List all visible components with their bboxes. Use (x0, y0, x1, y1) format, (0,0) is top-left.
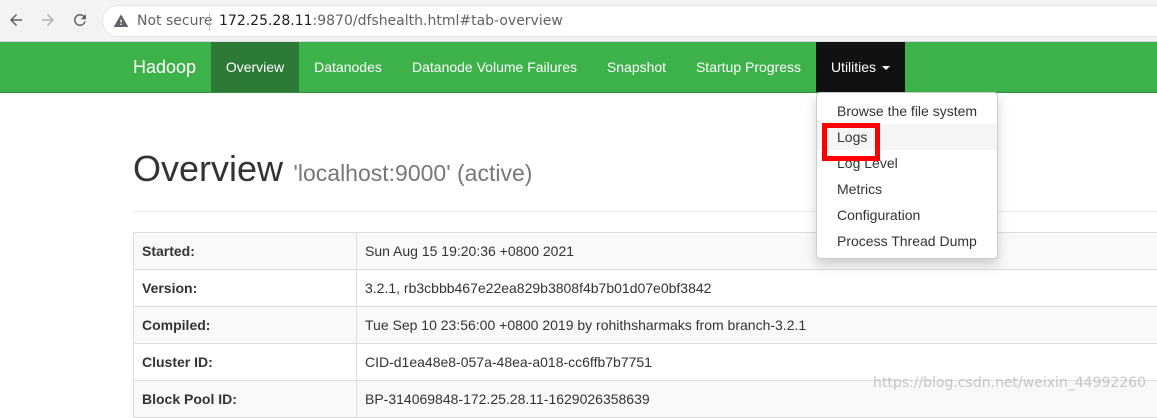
row-value: 3.2.1, rb3cbbb467e22ea829b3808f4b7b01d07… (357, 270, 1157, 307)
nav-tab-datanode-volume-failures[interactable]: Datanode Volume Failures (397, 42, 592, 92)
back-button[interactable] (5, 9, 27, 31)
reload-button[interactable] (69, 9, 91, 31)
utilities-label: Utilities (831, 59, 876, 75)
row-value: Sun Aug 15 19:20:36 +0800 2021 (357, 233, 1157, 270)
menu-item-browse-file-system[interactable]: Browse the file system (817, 98, 997, 124)
caret-down-icon (882, 66, 890, 70)
nav-tab-startup-progress[interactable]: Startup Progress (681, 42, 816, 92)
page-header: Overview 'localhost:9000' (active) (133, 148, 1157, 212)
menu-item-metrics[interactable]: Metrics (817, 176, 997, 202)
utilities-dropdown-menu: Browse the file system Logs Log Level Me… (816, 92, 998, 259)
row-key: Cluster ID: (134, 344, 357, 381)
row-key: Compiled: (134, 307, 357, 344)
page-subtitle: 'localhost:9000' (active) (293, 160, 532, 186)
table-row: Version: 3.2.1, rb3cbbb467e22ea829b3808f… (134, 270, 1157, 307)
row-key: Started: (134, 233, 357, 270)
annotation-highlight-box (822, 123, 880, 161)
row-key: Version: (134, 270, 357, 307)
address-bar[interactable]: Not secure 172.25.28.11:9870/dfshealth.h… (102, 5, 1157, 37)
nav-tab-overview[interactable]: Overview (211, 42, 299, 92)
security-label: Not secure (137, 13, 213, 29)
menu-item-configuration[interactable]: Configuration (817, 202, 997, 228)
table-row: Started: Sun Aug 15 19:20:36 +0800 2021 (134, 233, 1157, 270)
page-title: Overview (133, 148, 283, 189)
table-row: Compiled: Tue Sep 10 23:56:00 +0800 2019… (134, 307, 1157, 344)
watermark: https://blog.csdn.net/weixin_44992260 (873, 375, 1146, 391)
url-host: 172.25.28.11 (219, 13, 313, 29)
omnibox-divider (209, 13, 210, 31)
top-navbar: Hadoop Overview Datanodes Datanode Volum… (0, 42, 1157, 93)
nav-tab-utilities[interactable]: Utilities (816, 42, 905, 92)
warning-icon (113, 13, 129, 29)
arrow-left-icon (7, 11, 25, 29)
forward-button[interactable] (37, 9, 59, 31)
url-text[interactable]: 172.25.28.11:9870/dfshealth.html#tab-ove… (219, 13, 563, 29)
row-value: Tue Sep 10 23:56:00 +0800 2019 by rohith… (357, 307, 1157, 344)
browser-toolbar: Not secure 172.25.28.11:9870/dfshealth.h… (0, 0, 1157, 42)
reload-icon (71, 11, 89, 29)
menu-item-process-thread-dump[interactable]: Process Thread Dump (817, 228, 997, 254)
url-path: :9870/dfshealth.html#tab-overview (313, 13, 563, 29)
row-key: Block Pool ID: (134, 381, 357, 418)
nav-tab-snapshot[interactable]: Snapshot (592, 42, 681, 92)
brand-logo[interactable]: Hadoop (133, 42, 196, 92)
nav-tab-datanodes[interactable]: Datanodes (299, 42, 397, 92)
arrow-right-icon (39, 11, 57, 29)
